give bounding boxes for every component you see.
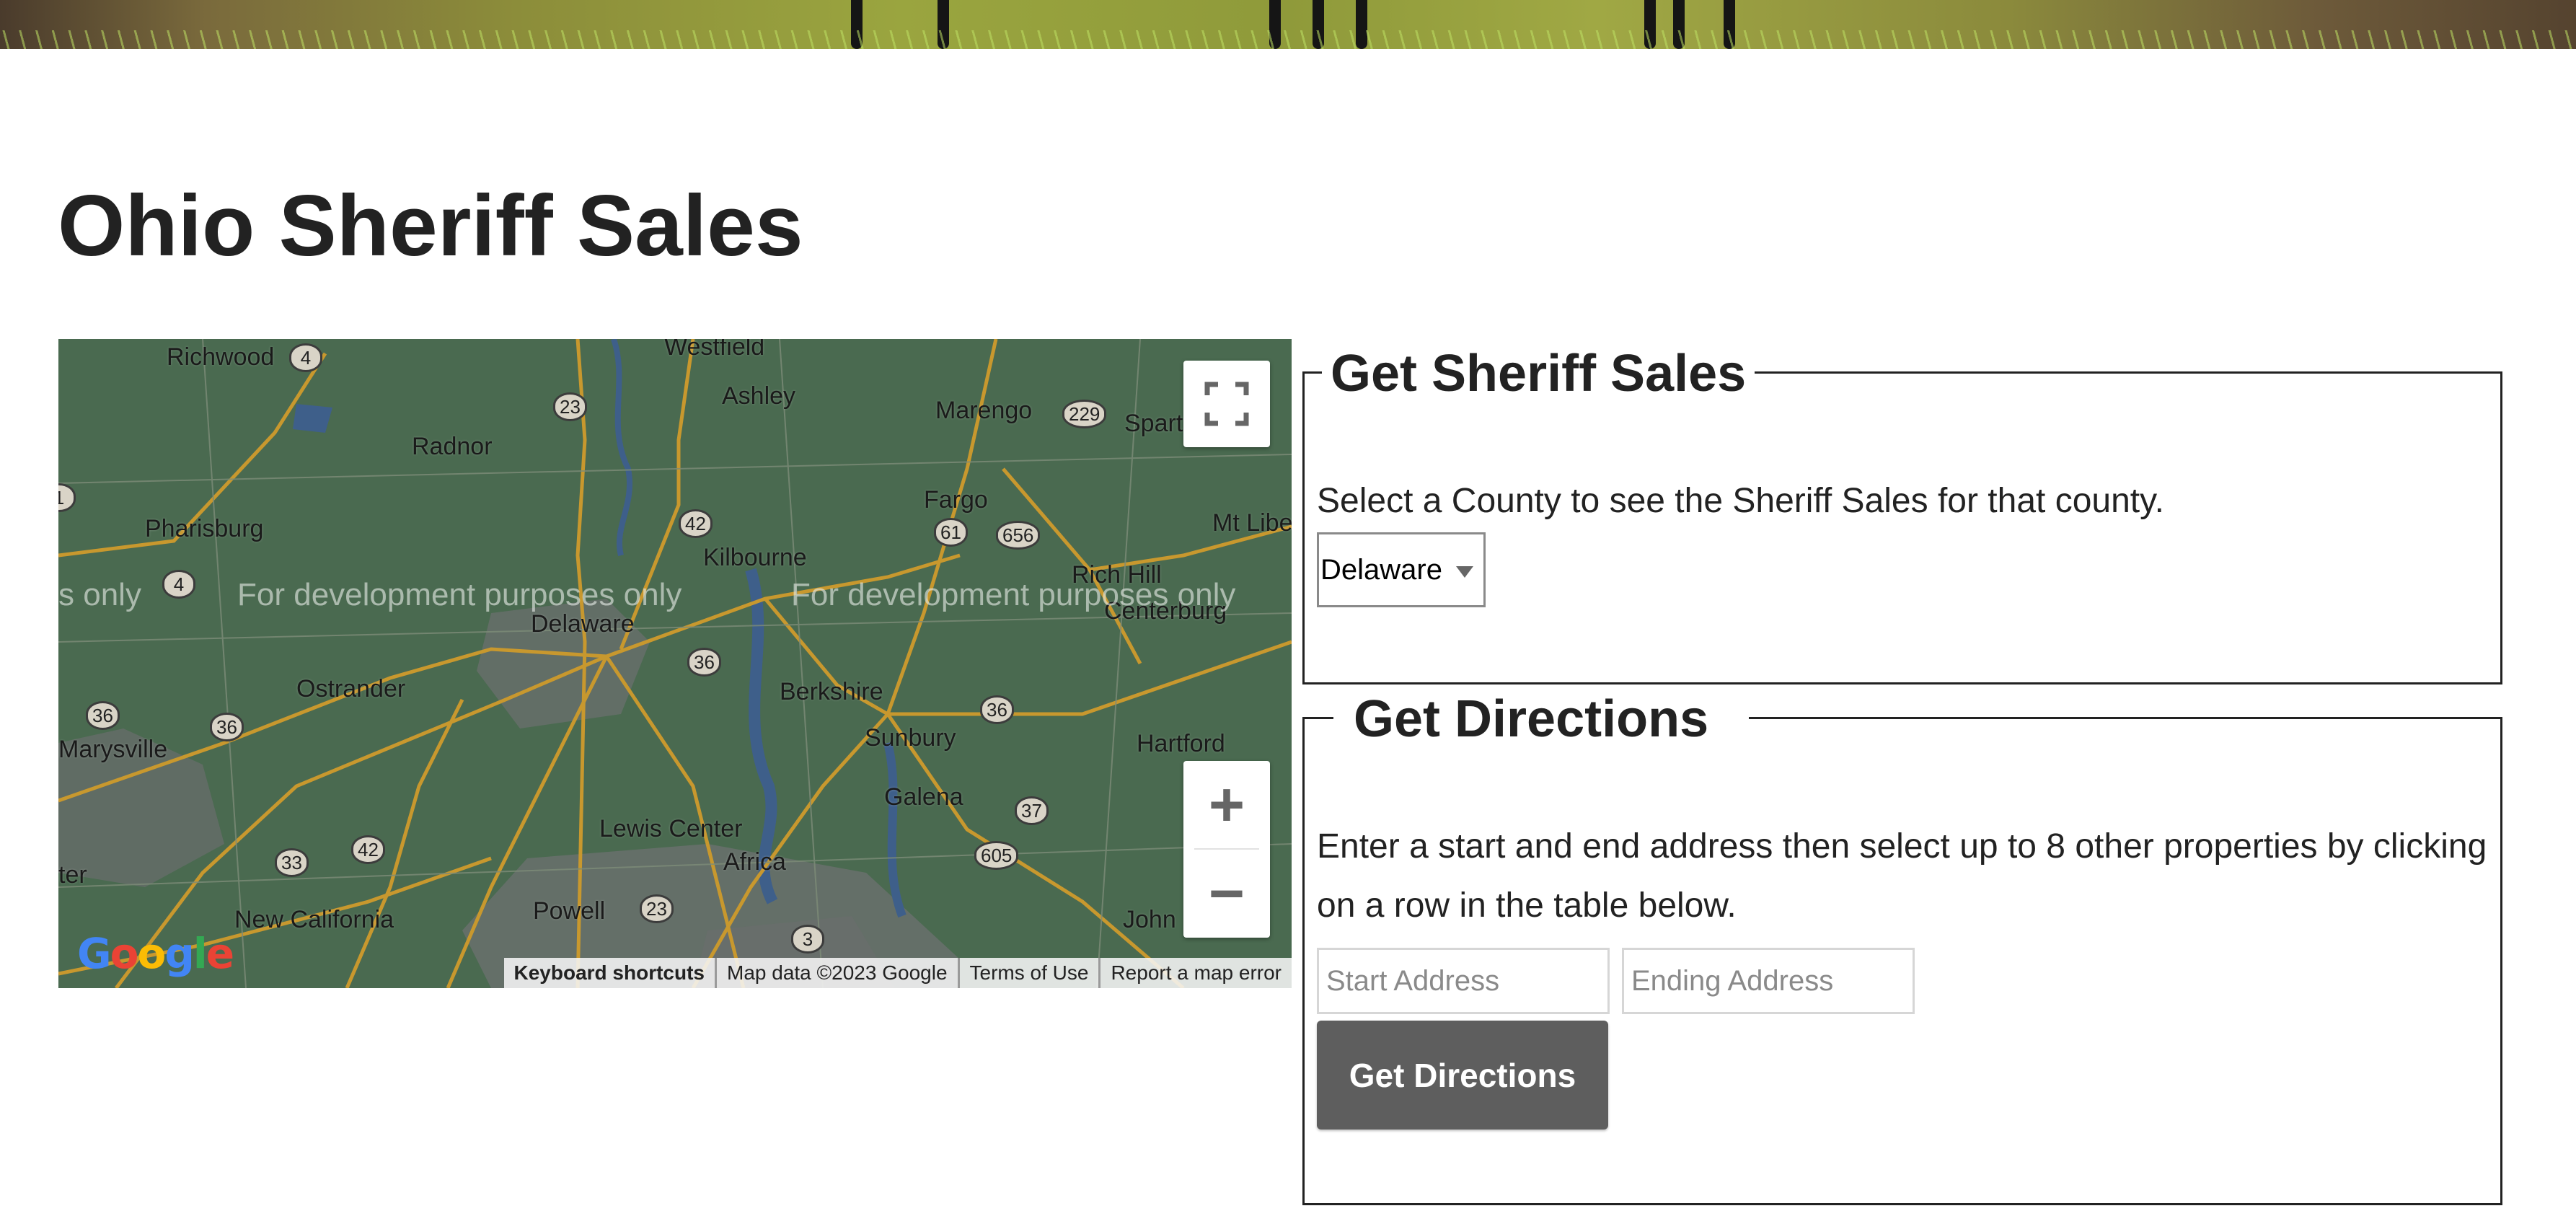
map-label: Hartford	[1137, 730, 1225, 757]
route-shield: 23	[553, 392, 587, 421]
directions-instruction: Enter a start and end address then selec…	[1317, 827, 2487, 925]
map-label: Lewis Center	[599, 815, 743, 842]
map-roads	[58, 339, 1292, 988]
map-label: New California	[234, 906, 394, 933]
sheriff-sales-fieldset: Get Sheriff Sales Select a County to see…	[1302, 342, 2502, 684]
route-shield: 36	[86, 701, 120, 730]
map-label: Richwood	[167, 343, 275, 371]
sheriff-sales-legend: Get Sheriff Sales	[1322, 342, 1755, 405]
map-label: Radnor	[412, 433, 493, 460]
route-shield: 229	[1062, 400, 1107, 428]
map-label: Ostrander	[296, 675, 406, 703]
route-shield: 42	[351, 835, 385, 864]
county-select-value: Delaware	[1320, 553, 1442, 586]
map-label: Africa	[723, 848, 786, 876]
map-attribution-bar: Keyboard shortcuts Map data ©2023 Google…	[503, 958, 1292, 988]
zoom-out-button[interactable]: −	[1183, 850, 1270, 938]
minus-icon: −	[1208, 859, 1245, 928]
map-label: Marysville	[58, 736, 168, 763]
google-logo[interactable]: Google	[77, 929, 234, 978]
map-label: John	[1123, 906, 1176, 933]
map-label: Mt Libe	[1212, 509, 1292, 537]
route-shield: 36	[980, 695, 1014, 724]
zoom-in-button[interactable]: +	[1183, 761, 1270, 849]
directions-legend: Get Directions	[1333, 687, 1750, 751]
zoom-controls: + −	[1183, 761, 1270, 938]
route-shield: 36	[687, 648, 721, 677]
map-label: Westfield	[664, 339, 765, 361]
route-shield: 42	[679, 509, 713, 538]
ending-address-input[interactable]	[1622, 948, 1915, 1014]
map-label: Powell	[533, 897, 606, 925]
route-shield: 656	[996, 521, 1041, 550]
page-title: Ohio Sheriff Sales	[58, 177, 803, 274]
fullscreen-icon	[1204, 382, 1249, 426]
map-label: Kilbourne	[703, 544, 807, 571]
map-label: Fargo	[924, 486, 988, 514]
map-label: Marengo	[935, 397, 1033, 424]
county-instruction: Select a County to see the Sheriff Sales…	[1317, 482, 2164, 520]
report-map-error-link[interactable]: Report a map error	[1098, 958, 1292, 988]
map-label: Spart	[1124, 410, 1183, 437]
terms-of-use-link[interactable]: Terms of Use	[957, 958, 1099, 988]
map-label: Galena	[884, 783, 963, 811]
directions-fieldset: Get Directions Enter a start and end add…	[1302, 687, 2502, 1205]
start-address-input[interactable]	[1317, 948, 1610, 1014]
map-label: Pharisburg	[145, 515, 264, 542]
plus-icon: +	[1208, 770, 1245, 840]
page: Ohio Sheriff Sales Richwood Westfield As…	[0, 0, 2576, 1224]
google-map[interactable]: Richwood Westfield Ashley Marengo Spart …	[58, 339, 1292, 988]
route-shield: 37	[1015, 796, 1049, 825]
map-data-text: Map data ©2023 Google	[715, 958, 958, 988]
map-watermark: For development purposes only	[791, 577, 1236, 612]
route-shield: 36	[210, 713, 244, 741]
fullscreen-button[interactable]	[1183, 361, 1270, 447]
route-shield: 61	[934, 518, 968, 547]
map-watermark: For development purposes only	[237, 577, 682, 612]
map-watermark: s only	[58, 577, 141, 612]
route-shield: 605	[974, 841, 1019, 870]
county-select[interactable]: Delaware	[1317, 532, 1486, 607]
get-directions-button[interactable]: Get Directions	[1317, 1021, 1608, 1130]
header-banner-image	[0, 0, 2576, 49]
map-label: ter	[58, 861, 87, 889]
chevron-down-icon	[1456, 566, 1473, 578]
map-label: Sunbury	[865, 724, 956, 752]
route-shield: 4	[289, 343, 322, 372]
map-label: Berkshire	[780, 678, 883, 705]
route-shield: 33	[275, 848, 309, 877]
map-label: Ashley	[722, 382, 796, 410]
keyboard-shortcuts-link[interactable]: Keyboard shortcuts	[504, 958, 715, 988]
route-shield: 23	[640, 894, 674, 923]
map-label: Delaware	[531, 610, 635, 638]
route-shield: 3	[791, 925, 824, 954]
route-shield: 4	[162, 570, 195, 599]
